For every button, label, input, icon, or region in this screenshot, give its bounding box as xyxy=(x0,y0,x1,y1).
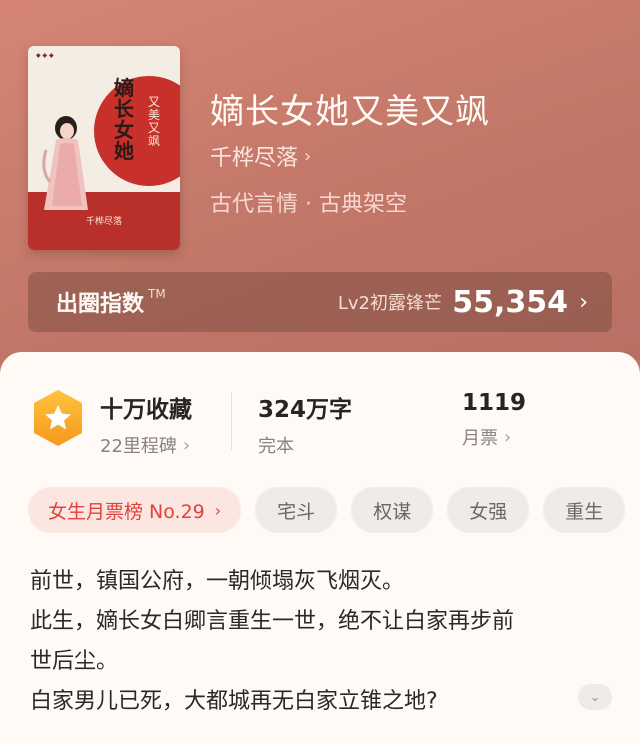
rank-tag[interactable]: 女生月票榜 No.29 › xyxy=(28,487,242,533)
stat-favorites-main: 十万收藏 xyxy=(100,397,192,423)
chevron-right-icon: › xyxy=(182,434,191,456)
chevron-right-icon: › xyxy=(579,289,588,315)
milestone-label: 22里程碑 xyxy=(100,436,177,457)
synopsis-line: 世后尘。 xyxy=(30,649,119,674)
stat-divider xyxy=(231,392,232,450)
book-cover[interactable]: ◆ ◆ ◆ 嫡长女她 又美又飒 千桦尽落 xyxy=(28,46,180,250)
book-synopsis: 前世，镇国公府，一朝倾塌灰飞烟灭。 此生，嫡长女白卿言重生一世，绝不让白家再步前… xyxy=(30,562,610,722)
cover-illustration xyxy=(42,116,88,210)
tickets-label: 月票 xyxy=(462,428,498,449)
chevron-down-icon: ⌄ xyxy=(589,689,601,705)
index-label: 出圈指数 xyxy=(56,292,145,317)
index-trademark: TM xyxy=(148,287,166,301)
cover-author-art: 千桦尽落 xyxy=(85,217,122,227)
stat-tickets[interactable]: 1119 月票 › xyxy=(462,390,526,450)
synopsis-line: 前世，镇国公府，一朝倾塌灰飞烟灭。 xyxy=(30,569,405,594)
rank-label: 女生月票榜 No.29 xyxy=(48,500,205,523)
stat-favorites[interactable]: 十万收藏 22里程碑 › xyxy=(100,390,192,458)
book-genre[interactable]: 古代言情 · 古典架空 xyxy=(210,186,407,218)
tag-item[interactable]: 女强 xyxy=(447,487,530,533)
tag-item[interactable]: 重生 xyxy=(543,487,626,533)
tag-row: 女生月票榜 No.29 › 宅斗 权谋 女强 重生 xyxy=(28,487,639,533)
tag-item[interactable]: 权谋 xyxy=(351,487,434,533)
stat-words: 324万字 完本 xyxy=(258,390,352,458)
stat-tickets-main: 1119 xyxy=(462,390,527,416)
stat-tickets-sub: 月票 › xyxy=(462,424,526,450)
stat-words-main: 324万字 xyxy=(258,397,353,423)
book-title: 嫡长女她又美又飒 xyxy=(210,92,490,132)
author-name: 千桦尽落 xyxy=(210,146,299,171)
chevron-right-icon: › xyxy=(504,426,512,448)
cover-subtitle-art: 又美又飒 xyxy=(148,95,161,148)
popularity-index-bar[interactable]: 出圈指数 TM Lv2初露锋芒 55,354 › xyxy=(28,272,612,332)
index-value: 55,354 xyxy=(452,284,568,320)
synopsis-line: 白家男儿已死，大都城再无白家立锥之地? xyxy=(30,689,438,714)
synopsis-line: 此生，嫡长女白卿言重生一世，绝不让白家再步前 xyxy=(30,609,515,634)
index-level: Lv2初露锋芒 xyxy=(337,293,442,314)
stat-favorites-sub: 22里程碑 › xyxy=(100,432,192,458)
tag-item[interactable]: 宅斗 xyxy=(255,487,338,533)
cover-publisher-mark: ◆ ◆ ◆ xyxy=(36,52,54,59)
chevron-right-icon: › xyxy=(304,145,312,167)
chevron-right-icon: › xyxy=(214,500,222,520)
expand-synopsis-button[interactable]: ⌄ xyxy=(578,684,612,710)
cover-title-art: 嫡长女她 xyxy=(114,76,134,163)
stat-words-sub: 完本 xyxy=(258,436,294,457)
author-link[interactable]: 千桦尽落 › xyxy=(210,140,311,172)
star-badge-icon xyxy=(34,390,82,446)
